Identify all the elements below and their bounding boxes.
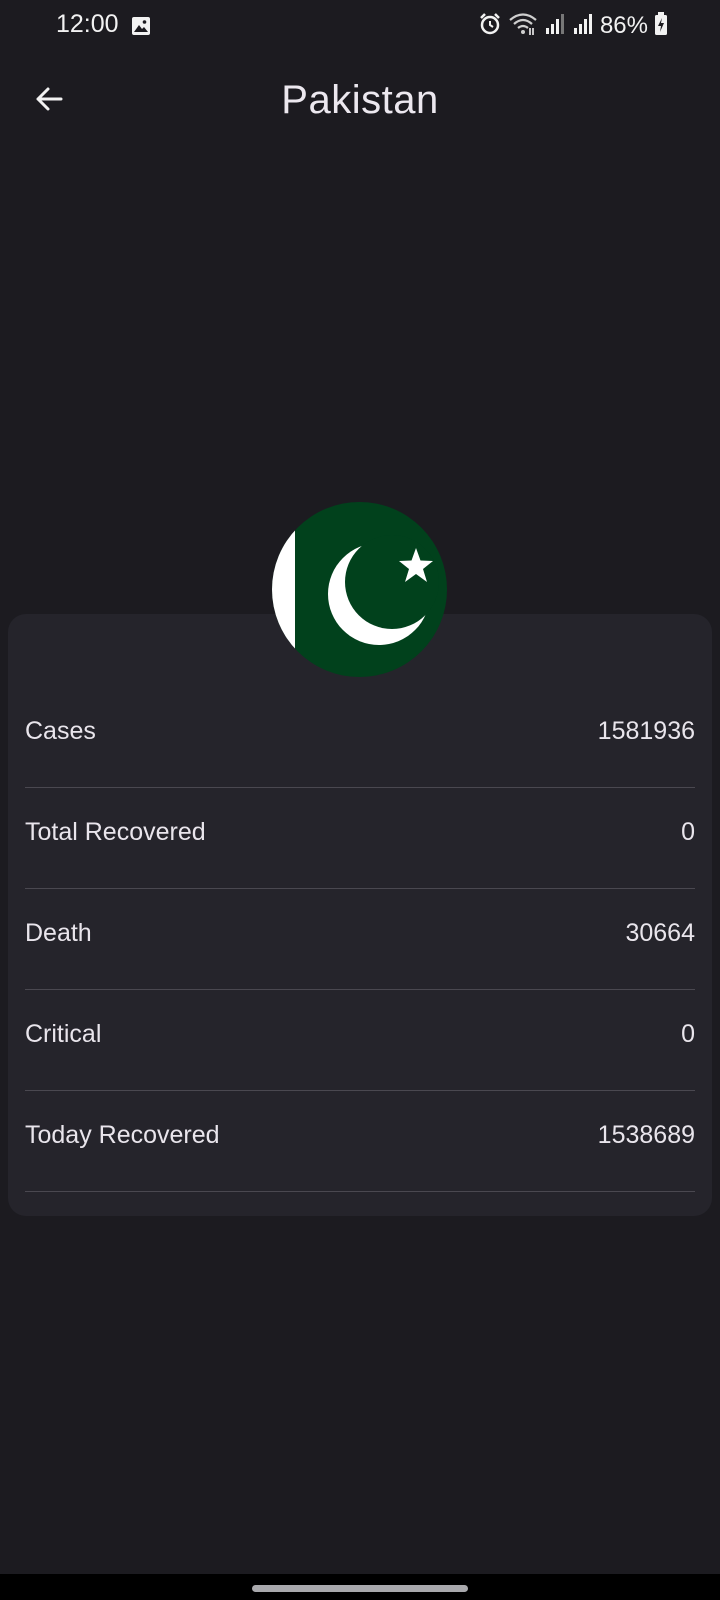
stat-label: Death: [25, 919, 92, 947]
stat-row-cases: Cases 1581936: [25, 687, 695, 788]
stat-value: 1581936: [597, 717, 695, 745]
gallery-icon: [131, 16, 151, 36]
stat-value: 0: [681, 1020, 695, 1048]
app-bar: Pakistan: [0, 62, 720, 142]
stat-label: Cases: [25, 717, 96, 745]
stat-value: 0: [681, 818, 695, 846]
stat-row-death: Death 30664: [25, 889, 695, 990]
stats-card: Cases 1581936 Total Recovered 0 Death 30…: [8, 614, 712, 1216]
alarm-icon: [478, 12, 502, 41]
battery-charging-icon: [654, 11, 668, 41]
stat-row-total-recovered: Total Recovered 0: [25, 788, 695, 889]
battery-percent: 86%: [599, 12, 648, 39]
stat-value: 30664: [625, 919, 695, 947]
stat-label: Total Recovered: [25, 818, 206, 846]
home-gesture-handle[interactable]: [252, 1585, 468, 1592]
status-time: 12:00: [56, 10, 119, 38]
signal-icon: [572, 13, 594, 40]
stat-row-today-recovered: Today Recovered 1538689: [25, 1091, 695, 1192]
stat-value: 1538689: [597, 1121, 695, 1149]
page-title: Pakistan: [281, 78, 439, 122]
stat-row-critical: Critical 0: [25, 990, 695, 1091]
navigation-bar: [0, 1574, 720, 1600]
stat-label: Critical: [25, 1020, 102, 1048]
status-bar: 12:00 86%: [0, 0, 720, 52]
status-icons: 86%: [478, 11, 668, 41]
stat-label: Today Recovered: [25, 1121, 220, 1149]
wifi-icon: [508, 12, 538, 41]
signal-icon: [544, 13, 566, 40]
pakistan-flag-icon: [272, 502, 447, 677]
